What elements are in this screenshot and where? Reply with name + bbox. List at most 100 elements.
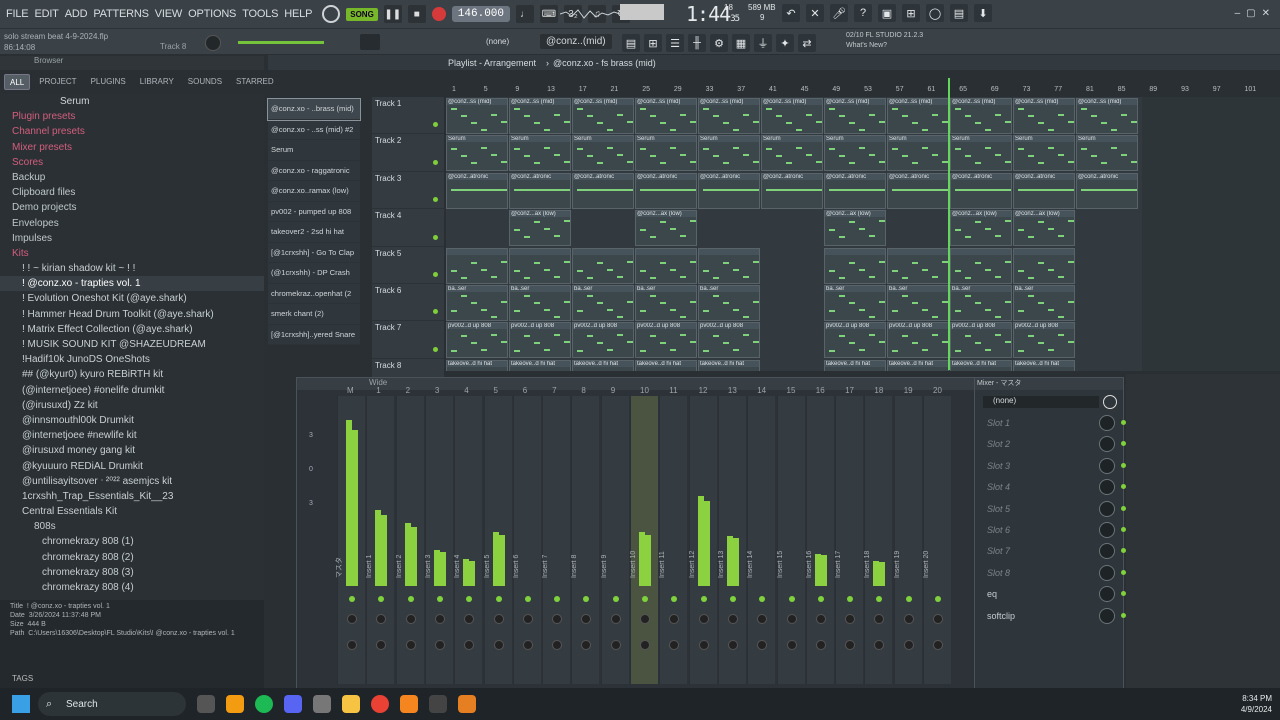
pattern-item[interactable]: @conz.xo - ..ss (mid) #2 xyxy=(268,119,360,140)
playlist-clip[interactable]: @conz..atronic xyxy=(635,172,697,209)
volume-knob[interactable] xyxy=(903,640,914,650)
track-active-led[interactable] xyxy=(433,159,438,165)
mixer-preset-select[interactable]: (none) xyxy=(983,396,1099,408)
playlist-clip[interactable]: @conz..atronic xyxy=(824,172,886,209)
insert-enable-led[interactable] xyxy=(905,596,912,602)
playlist-clip[interactable]: @conz..atronic xyxy=(1076,172,1138,209)
playlist-clip[interactable]: @conz..ss (mid) xyxy=(446,98,508,134)
fx-slot[interactable]: softclip xyxy=(987,611,1015,621)
help-icon[interactable]: ? xyxy=(854,4,872,22)
insert-enable-led[interactable] xyxy=(466,596,473,602)
tab-project[interactable]: PROJECT xyxy=(34,74,81,90)
mixer-insert-strip[interactable]: Insert 11 xyxy=(659,396,688,684)
playlist-clip[interactable]: @conz..ss (mid) xyxy=(635,98,697,134)
volume-knob[interactable] xyxy=(405,640,416,650)
mixer-insert-strip[interactable]: Insert 17 xyxy=(835,396,864,684)
plug-icon[interactable]: ⏚ xyxy=(754,34,772,52)
track-header[interactable]: Track 2 xyxy=(372,134,444,172)
playlist-clip[interactable]: @conz..atronic xyxy=(887,172,949,209)
track-header[interactable]: Track 3 xyxy=(372,171,444,210)
app-icon-2[interactable] xyxy=(429,695,447,713)
menu-view[interactable]: VIEW xyxy=(155,8,183,20)
pan-knob[interactable] xyxy=(347,614,357,624)
volume-knob[interactable] xyxy=(552,640,563,650)
browser-item[interactable]: chromekrazy 808 (1) xyxy=(0,534,264,549)
playlist-clip[interactable]: @conz..atronic xyxy=(509,172,571,209)
discord-icon[interactable] xyxy=(284,695,302,713)
playlist-icon[interactable]: ▤ xyxy=(622,34,640,52)
pattern-item[interactable]: @conz.xo..ramax (low) xyxy=(268,181,360,202)
browser-item[interactable]: Scores xyxy=(0,155,264,170)
playlist-clip[interactable]: Serum xyxy=(1013,135,1075,172)
insert-enable-led[interactable] xyxy=(436,596,443,602)
song-mode-button[interactable]: SONG xyxy=(346,7,378,21)
explorer-icon[interactable] xyxy=(342,695,360,713)
pattern-item[interactable]: @conz.xo - ..brass (mid) xyxy=(267,98,361,121)
volume-knob[interactable] xyxy=(434,640,445,650)
playlist-clip[interactable]: Serum xyxy=(824,135,886,172)
app-icon-3[interactable] xyxy=(458,695,476,713)
playlist-clip[interactable]: pv002..d up 808 xyxy=(635,322,697,359)
playlist-clip[interactable]: pv002..d up 808 xyxy=(950,322,1012,359)
playlist-clip[interactable]: Serum xyxy=(950,135,1012,172)
playlist-clip[interactable] xyxy=(1013,247,1075,284)
fx-slot[interactable]: Slot 2 xyxy=(987,439,1010,449)
export-icon[interactable]: ▤ xyxy=(950,4,968,22)
tab-sounds[interactable]: SOUNDS xyxy=(183,74,227,90)
playlist-clip[interactable]: @conz..atronic xyxy=(950,172,1012,209)
browser-item[interactable]: ## (@kyur0) kyuro REBiRTH kit xyxy=(0,367,264,382)
insert-enable-led[interactable] xyxy=(788,596,795,602)
wand-icon[interactable]: ✦ xyxy=(776,34,794,52)
playlist-clip[interactable]: @conz...ax (low) xyxy=(1013,210,1075,247)
playlist-clip[interactable]: Serum xyxy=(698,135,760,172)
typing-keyboard-icon[interactable]: ⌨ xyxy=(540,5,559,23)
playlist-empty-area[interactable] xyxy=(1142,97,1280,371)
taskbar-search[interactable]: ⌕ Search xyxy=(38,692,186,716)
track-active-led[interactable] xyxy=(433,122,438,128)
pan-knob[interactable] xyxy=(845,614,856,624)
pan-knob[interactable] xyxy=(903,614,914,624)
app-icon-1[interactable] xyxy=(226,695,244,713)
pan-knob[interactable] xyxy=(727,614,738,624)
tab-all[interactable]: ALL xyxy=(4,74,31,90)
menu-add[interactable]: ADD xyxy=(65,8,88,20)
playlist-clip[interactable]: ba..ser xyxy=(572,285,634,321)
mixer-insert-strip[interactable]: Insert 15 xyxy=(776,396,805,684)
channel-rack-icon[interactable]: ☰ xyxy=(666,34,684,52)
fl-studio-icon[interactable] xyxy=(400,695,418,713)
slot-mix-knob[interactable] xyxy=(1099,607,1115,624)
pan-knob[interactable] xyxy=(610,614,621,624)
volume-knob[interactable] xyxy=(493,640,504,650)
playlist-clip[interactable]: ba..ser xyxy=(509,285,571,321)
slot-mix-knob[interactable] xyxy=(1099,457,1115,474)
mixer-insert-strip[interactable]: Insert 7 xyxy=(542,396,571,684)
slot-mix-knob[interactable] xyxy=(1099,415,1115,431)
tab-starred[interactable]: STARRED xyxy=(231,74,279,90)
menu-options[interactable]: OPTIONS xyxy=(188,8,236,20)
master-pitch-knob[interactable] xyxy=(205,35,221,51)
playlist-clip[interactable]: @conz..ss (mid) xyxy=(698,98,760,134)
mixer-insert-strip[interactable]: Insert 20 xyxy=(923,396,951,684)
volume-knob[interactable] xyxy=(347,640,357,650)
insert-enable-led[interactable] xyxy=(583,596,590,602)
playlist-clip[interactable]: pv002..d up 808 xyxy=(824,322,886,359)
insert-enable-led[interactable] xyxy=(847,596,854,602)
pattern-item[interactable]: [@1crxshh]..yered Snare xyxy=(268,324,360,345)
mixer-insert-strip[interactable]: Insert 6 xyxy=(512,396,541,684)
system-clock[interactable]: 8:34 PM 4/9/2024 xyxy=(1241,693,1272,715)
mixer-insert-strip[interactable]: Insert 16 xyxy=(805,396,834,684)
slot-mix-knob[interactable] xyxy=(1099,522,1115,538)
browser-item[interactable]: @irusuxd money gang kit xyxy=(0,443,264,458)
volume-knob[interactable] xyxy=(669,640,680,650)
pan-knob[interactable] xyxy=(522,614,533,624)
playlist-clip[interactable]: @conz..ss (mid) xyxy=(1013,98,1075,134)
news-panel[interactable]: 02/10 FL STUDIO 21.2.3 What's New? xyxy=(846,31,923,51)
browser-item[interactable]: ! Matrix Effect Collection (@aye.shark) xyxy=(0,322,264,337)
settings-icon[interactable] xyxy=(1103,395,1117,409)
playlist-clip[interactable]: @conz..ss (mid) xyxy=(887,98,949,134)
tab-library[interactable]: LIBRARY xyxy=(135,74,179,90)
playlist-clip[interactable]: takeove..d hi hat xyxy=(950,359,1012,371)
insert-enable-led[interactable] xyxy=(378,596,385,602)
track-active-led[interactable] xyxy=(433,346,438,352)
fx-slot[interactable]: Slot 4 xyxy=(987,482,1010,492)
